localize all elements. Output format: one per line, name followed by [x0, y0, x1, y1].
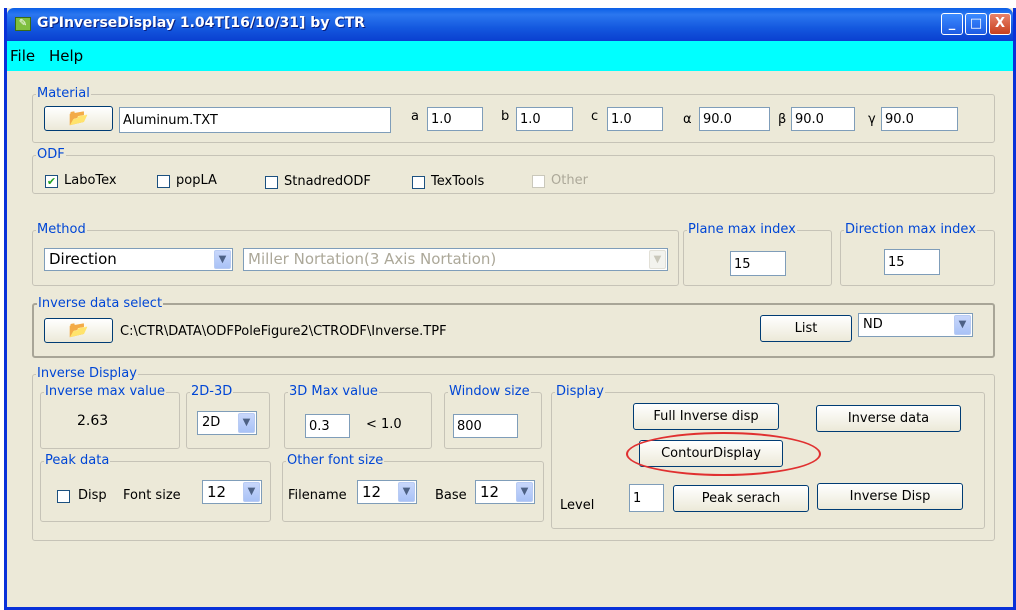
window-title: GPInverseDisplay 1.04T[16/10/31] by CTR: [37, 15, 365, 31]
max3d-hint: < 1.0: [366, 417, 402, 432]
method-select[interactable]: Direction ▼: [44, 248, 233, 271]
other-font-legend: Other font size: [287, 453, 384, 468]
direction-max-field[interactable]: 15: [884, 249, 940, 275]
peak-disp-checkbox[interactable]: [57, 490, 70, 503]
method-select-value: Direction: [49, 250, 117, 268]
inverse-max-legend: Inverse max value: [45, 384, 165, 399]
inverse-disp-button[interactable]: Inverse Disp: [817, 483, 963, 510]
odf-other-label: Other: [551, 173, 588, 188]
contour-display-button[interactable]: ContourDisplay: [639, 440, 783, 467]
window-size-legend: Window size: [449, 384, 530, 399]
odf-popla-checkbox[interactable]: [157, 175, 170, 188]
peak-disp-label: Disp: [78, 488, 107, 503]
axis-select[interactable]: ND ▼: [858, 313, 973, 337]
odf-standardodf-checkbox[interactable]: [265, 176, 278, 189]
odf-labotex-label: LaboTex: [64, 173, 117, 188]
level-label: Level: [560, 498, 595, 513]
filename-font-value: 12: [362, 483, 382, 501]
inverse-select-legend: Inverse data select: [38, 296, 163, 311]
direction-max-legend: Direction max index: [845, 222, 976, 237]
material-legend: Material: [37, 86, 90, 101]
chevron-down-icon: ▼: [954, 315, 971, 335]
inverse-file-path: C:\CTR\DATA\ODFPoleFigure2\CTRODF\Invers…: [120, 324, 447, 339]
chevron-down-icon: ▼: [649, 250, 666, 269]
base-font-select[interactable]: 12 ▼: [475, 480, 535, 504]
param-alpha-label: α: [683, 112, 692, 127]
open-material-button[interactable]: 📂: [44, 106, 113, 131]
menu-help[interactable]: Help: [49, 47, 83, 65]
dim-select-value: 2D: [202, 415, 221, 430]
dim-legend: 2D-3D: [191, 384, 233, 399]
plane-max-field[interactable]: 15: [730, 251, 786, 276]
open-folder-icon: 📂: [68, 108, 89, 127]
menu-file[interactable]: File: [10, 47, 35, 65]
menu-bar: File Help: [7, 41, 1013, 71]
odf-standardodf-label: StnadredODF: [284, 174, 371, 189]
window-size-field[interactable]: 800: [453, 414, 518, 438]
param-c-label: c: [591, 109, 599, 124]
dim-select[interactable]: 2D ▼: [197, 411, 257, 435]
param-b-label: b: [501, 109, 510, 124]
inverse-data-button[interactable]: Inverse data: [816, 405, 961, 432]
maximize-button[interactable]: □: [965, 13, 987, 35]
base-font-value: 12: [480, 483, 500, 501]
app-icon: ✎: [15, 17, 31, 31]
param-a-field[interactable]: 1.0: [427, 107, 483, 131]
peak-font-value: 12: [207, 483, 227, 501]
param-gamma-label: γ: [868, 112, 876, 127]
list-button[interactable]: List: [760, 315, 852, 342]
chevron-down-icon: ▼: [398, 482, 415, 502]
full-inverse-disp-button[interactable]: Full Inverse disp: [633, 403, 779, 430]
material-file-field[interactable]: Aluminum.TXT: [119, 107, 391, 133]
param-a-label: a: [411, 109, 419, 124]
param-b-field[interactable]: 1.0: [516, 107, 573, 131]
open-folder-icon: 📂: [68, 320, 89, 339]
filename-font-label: Filename: [288, 488, 347, 503]
odf-textools-label: TexTools: [431, 174, 485, 189]
param-c-field[interactable]: 1.0: [607, 107, 663, 131]
plane-max-legend: Plane max index: [688, 222, 796, 237]
param-alpha-field[interactable]: 90.0: [699, 107, 770, 131]
inverse-max-group: Inverse max value: [40, 385, 180, 449]
display-legend: Display: [556, 384, 604, 399]
method-legend: Method: [37, 222, 86, 237]
param-beta-field[interactable]: 90.0: [791, 107, 855, 131]
minimize-button[interactable]: _: [941, 13, 963, 35]
odf-popla-label: popLA: [176, 173, 217, 188]
odf-legend: ODF: [37, 147, 65, 162]
level-field[interactable]: 1: [629, 484, 664, 512]
close-button[interactable]: X: [989, 13, 1011, 35]
odf-other-checkbox: [532, 175, 545, 188]
odf-textools-checkbox[interactable]: [412, 176, 425, 189]
peak-search-button[interactable]: Peak serach: [673, 485, 809, 512]
peak-legend: Peak data: [45, 453, 110, 468]
chevron-down-icon: ▼: [516, 482, 533, 502]
inverse-max-value: 2.63: [77, 413, 109, 429]
chevron-down-icon: ▼: [238, 413, 255, 433]
base-font-label: Base: [435, 488, 467, 503]
chevron-down-icon: ▼: [214, 250, 231, 269]
inverse-display-legend: Inverse Display: [37, 366, 137, 381]
filename-font-select[interactable]: 12 ▼: [357, 480, 417, 504]
max3d-field[interactable]: 0.3: [305, 414, 350, 438]
odf-labotex-checkbox[interactable]: ✔: [45, 175, 58, 188]
main-window: ✎ GPInverseDisplay 1.04T[16/10/31] by CT…: [4, 8, 1016, 610]
param-gamma-field[interactable]: 90.0: [881, 107, 958, 131]
axis-select-value: ND: [863, 317, 883, 332]
open-inverse-button[interactable]: 📂: [44, 318, 113, 343]
title-bar[interactable]: ✎ GPInverseDisplay 1.04T[16/10/31] by CT…: [7, 8, 1013, 41]
max3d-legend: 3D Max value: [289, 384, 378, 399]
param-beta-label: β: [778, 112, 787, 127]
peak-font-label: Font size: [123, 488, 181, 503]
notation-select: Miller Nortation(3 Axis Nortation) ▼: [243, 248, 668, 271]
chevron-down-icon: ▼: [243, 482, 260, 502]
notation-select-value: Miller Nortation(3 Axis Nortation): [248, 250, 497, 268]
peak-font-select[interactable]: 12 ▼: [202, 480, 262, 504]
